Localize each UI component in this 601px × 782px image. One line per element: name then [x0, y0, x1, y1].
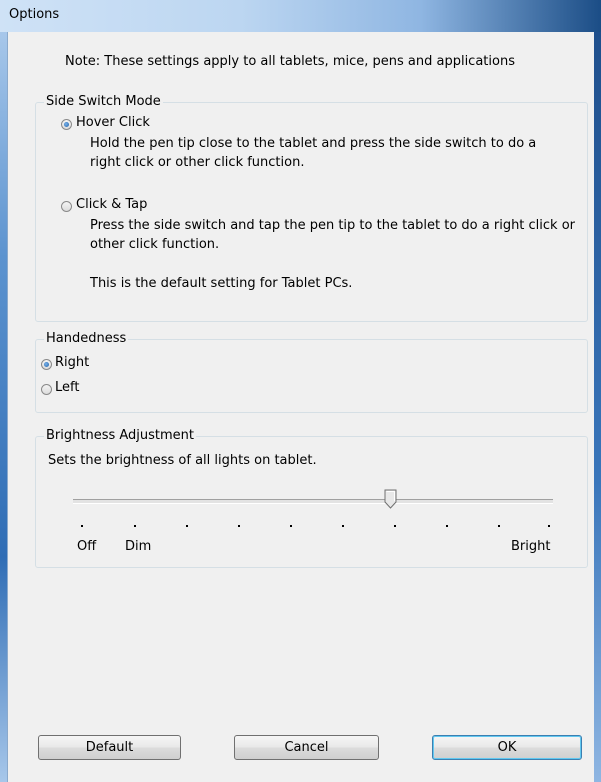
brightness-adjustment-legend: Brightness Adjustment [44, 428, 197, 443]
hover-click-radio[interactable] [61, 119, 72, 130]
handedness-legend: Handedness [44, 331, 129, 346]
window-frame-right [594, 32, 601, 782]
brightness-off-label: Off [77, 539, 97, 554]
title-bar[interactable]: Options [0, 0, 601, 32]
slider-tick [548, 525, 550, 527]
side-switch-mode-legend: Side Switch Mode [44, 94, 163, 109]
slider-tick [342, 525, 344, 527]
hover-click-description: Hold the pen tip close to the tablet and… [90, 136, 537, 170]
window-title: Options [9, 7, 60, 22]
ok-button[interactable]: OK [432, 735, 582, 760]
dialog-client-area: Note: These settings apply to all tablet… [7, 32, 594, 782]
slider-tick [186, 525, 188, 527]
left-handed-radio[interactable] [41, 384, 52, 395]
click-and-tap-description: Press the side switch and tap the pen ti… [90, 218, 576, 252]
slider-tick [134, 525, 136, 527]
brightness-bright-label: Bright [511, 539, 551, 554]
slider-tick [446, 525, 448, 527]
brightness-slider-thumb[interactable] [384, 489, 397, 509]
slider-tick [238, 525, 240, 527]
hover-click-label[interactable]: Hover Click [76, 115, 150, 130]
right-handed-label[interactable]: Right [55, 355, 89, 370]
options-window: Options Note: These settings apply to al… [0, 0, 601, 782]
right-handed-radio[interactable] [41, 359, 52, 370]
handedness-group: Handedness [35, 331, 588, 413]
left-handed-label[interactable]: Left [55, 380, 79, 395]
slider-tick [498, 525, 500, 527]
cancel-button[interactable]: Cancel [234, 735, 379, 760]
slider-tick [290, 525, 292, 527]
tablet-pc-default-note: This is the default setting for Tablet P… [90, 276, 353, 291]
window-frame-left [0, 32, 7, 782]
brightness-dim-label: Dim [125, 539, 152, 554]
slider-tick [81, 525, 83, 527]
click-and-tap-label[interactable]: Click & Tap [76, 197, 147, 212]
click-and-tap-radio[interactable] [61, 201, 72, 212]
slider-tick [394, 525, 396, 527]
brightness-slider-track[interactable] [73, 499, 553, 504]
brightness-description: Sets the brightness of all lights on tab… [48, 453, 317, 468]
settings-note: Note: These settings apply to all tablet… [65, 54, 515, 69]
default-button[interactable]: Default [38, 735, 181, 760]
